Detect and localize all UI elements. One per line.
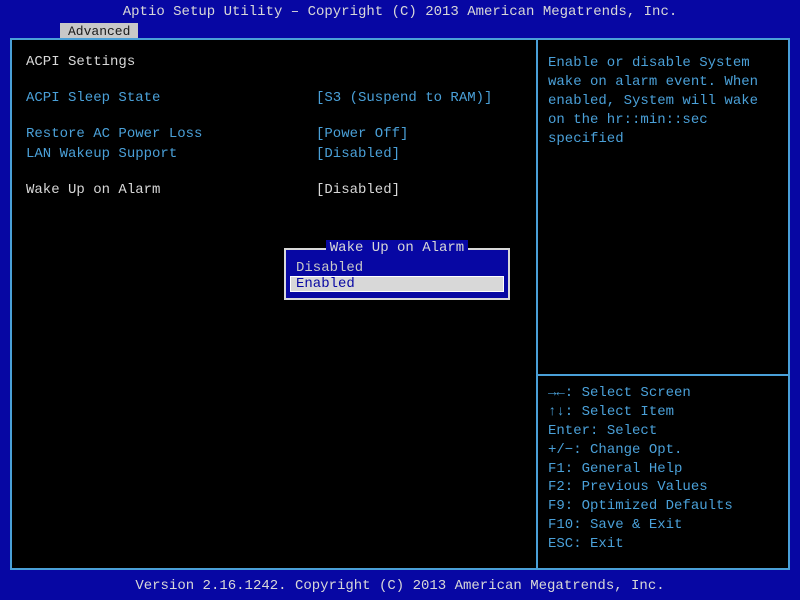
window-title: Aptio Setup Utility – Copyright (C) 2013…	[0, 0, 800, 22]
setting-value: [Power Off]	[316, 126, 408, 142]
setting-label: ACPI Sleep State	[26, 90, 316, 106]
help-panel: Enable or disable System wake on alarm e…	[538, 40, 788, 568]
popup-option-enabled[interactable]: Enabled	[290, 276, 504, 292]
setting-label: LAN Wakeup Support	[26, 146, 316, 162]
hint-f10: F10: Save & Exit	[548, 516, 778, 535]
hint-select-item: ↑↓: Select Item	[548, 403, 778, 422]
divider	[538, 374, 788, 376]
setting-label: Wake Up on Alarm	[26, 182, 316, 198]
hint-f9: F9: Optimized Defaults	[548, 497, 778, 516]
setting-label: Restore AC Power Loss	[26, 126, 316, 142]
setting-value: [Disabled]	[316, 146, 400, 162]
setting-lan-wakeup-support[interactable]: LAN Wakeup Support [Disabled]	[26, 146, 522, 162]
setting-value: [Disabled]	[316, 182, 400, 198]
popup-wake-up-on-alarm: Wake Up on Alarm Disabled Enabled	[284, 248, 510, 300]
hint-esc: ESC: Exit	[548, 535, 778, 554]
hint-f1: F1: General Help	[548, 460, 778, 479]
setting-value: [S3 (Suspend to RAM)]	[316, 90, 492, 106]
hint-change-opt: +/−: Change Opt.	[548, 441, 778, 460]
help-text: Enable or disable System wake on alarm e…	[548, 54, 778, 148]
key-hints: →←: Select Screen ↑↓: Select Item Enter:…	[548, 384, 778, 554]
setting-restore-ac-power-loss[interactable]: Restore AC Power Loss [Power Off]	[26, 126, 522, 142]
hint-select-screen: →←: Select Screen	[548, 384, 778, 403]
popup-title: Wake Up on Alarm	[326, 240, 468, 256]
footer-version: Version 2.16.1242. Copyright (C) 2013 Am…	[0, 578, 800, 594]
popup-option-disabled[interactable]: Disabled	[290, 260, 504, 276]
section-title: ACPI Settings	[26, 54, 522, 70]
hint-enter: Enter: Select	[548, 422, 778, 441]
hint-f2: F2: Previous Values	[548, 478, 778, 497]
setting-wake-up-on-alarm[interactable]: Wake Up on Alarm [Disabled]	[26, 182, 522, 198]
setting-acpi-sleep-state[interactable]: ACPI Sleep State [S3 (Suspend to RAM)]	[26, 90, 522, 106]
